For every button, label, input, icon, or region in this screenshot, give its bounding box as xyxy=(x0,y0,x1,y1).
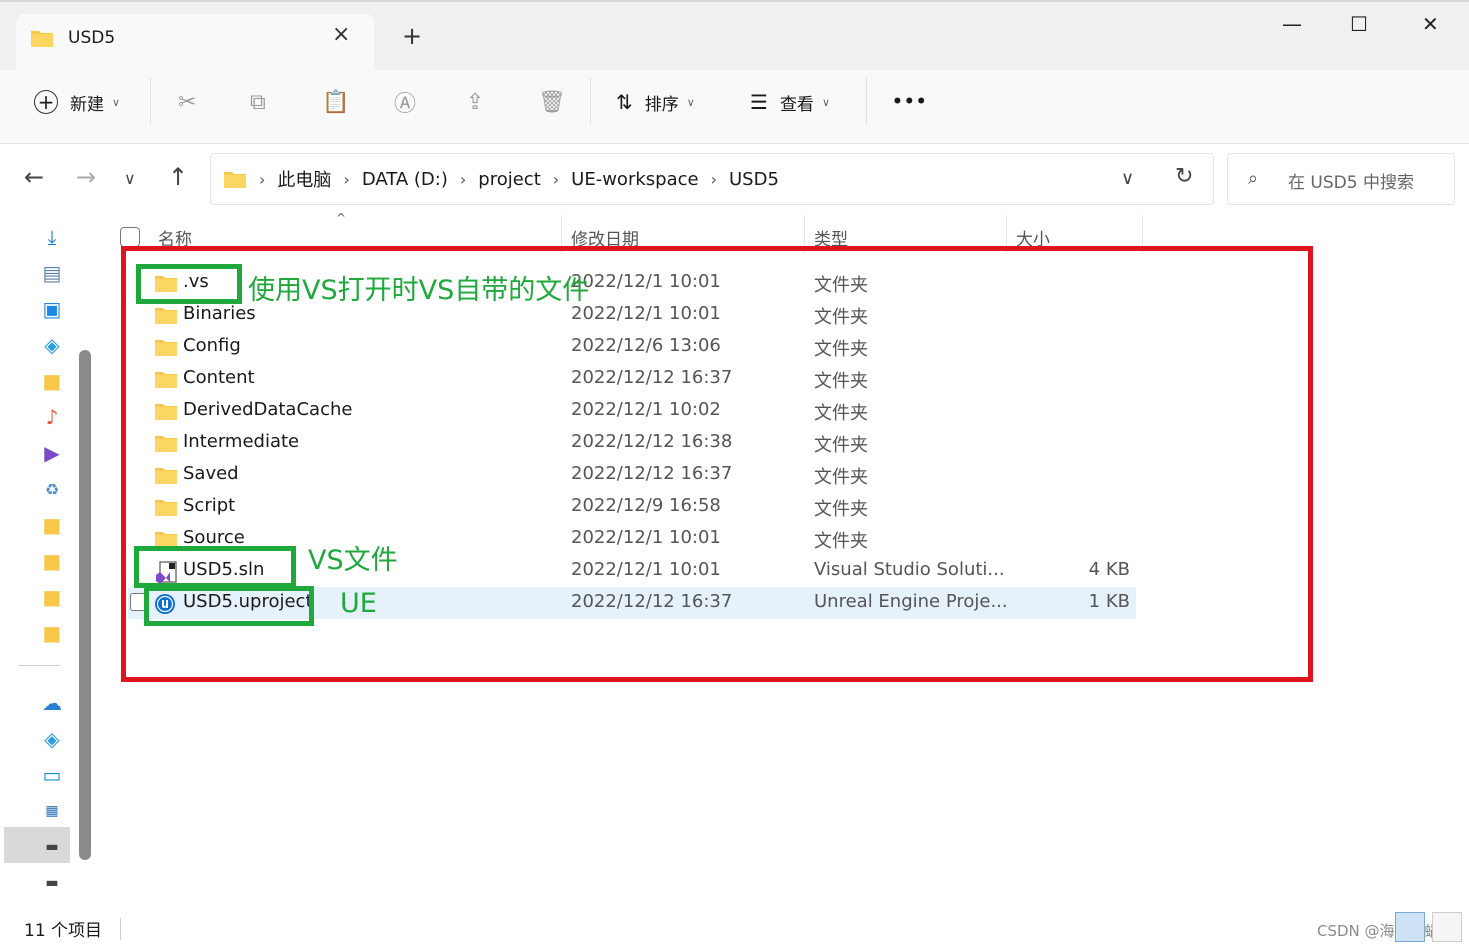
search-placeholder: 在 USD5 中搜索 xyxy=(1288,173,1414,193)
tab-usd5[interactable]: USD5 × xyxy=(16,14,374,72)
address-history-chevron-icon[interactable]: ∨ xyxy=(1121,168,1134,189)
toolbar-divider xyxy=(590,78,591,124)
delete-icon[interactable]: 🗑 xyxy=(538,86,566,118)
maximize-button[interactable]: ☐ xyxy=(1350,12,1368,36)
chevron-down-icon: ∨ xyxy=(686,95,695,109)
search-icon: ⌕ xyxy=(1248,168,1259,189)
navigation-bar: ← → ∨ ↑ › 此电脑 › DATA (D:) › project › UE… xyxy=(0,145,1469,213)
app-shortcut-icon[interactable]: ◈ xyxy=(40,333,64,357)
breadcrumb-item[interactable]: 此电脑 xyxy=(277,166,331,192)
annotation-vs-folder-label: 使用VS打开时VS自带的文件 xyxy=(248,275,590,306)
plus-circle-icon: + xyxy=(34,90,58,114)
copy-icon[interactable]: ⧉ xyxy=(250,86,266,118)
breadcrumb-item[interactable]: project xyxy=(478,169,540,190)
breadcrumb-separator: › xyxy=(343,169,350,189)
breadcrumb-item[interactable]: UE-workspace xyxy=(571,169,698,190)
sort-icon: ⇅ xyxy=(616,90,633,114)
downloads-icon[interactable]: ⤓ xyxy=(40,225,64,249)
item-count: 11 个项目 xyxy=(24,921,103,941)
toolbar-divider xyxy=(866,78,867,124)
details-view-button[interactable] xyxy=(1395,912,1425,942)
cut-icon[interactable]: ✂ xyxy=(178,86,196,118)
title-bar: USD5 × + — ☐ ✕ xyxy=(0,0,1469,72)
documents-icon[interactable]: ▤ xyxy=(40,261,64,285)
this-pc-icon[interactable]: ▭ xyxy=(40,763,64,787)
share-icon[interactable]: ⇪ xyxy=(466,86,484,118)
breadcrumb-item[interactable]: DATA (D:) xyxy=(362,169,448,190)
drive-icon[interactable]: ▬ xyxy=(40,871,64,895)
folder-icon[interactable]: ■ xyxy=(40,621,64,645)
music-icon[interactable]: ♪ xyxy=(40,405,64,429)
sort-ascending-caret-icon: ^ xyxy=(336,211,347,225)
tab-title: USD5 xyxy=(68,28,116,48)
breadcrumb: › 此电脑 › DATA (D:) › project › UE-workspa… xyxy=(223,166,779,192)
command-bar: + 新建 ∨ ✂ ⧉ 📋 Ⓐ ⇪ 🗑 ⇅ 排序 ∨ ☰ 查看 ∨ ••• xyxy=(0,70,1469,144)
onedrive-cloud-icon[interactable]: ☁ xyxy=(40,691,64,715)
address-bar[interactable]: › 此电脑 › DATA (D:) › project › UE-workspa… xyxy=(210,153,1214,205)
up-arrow-icon[interactable]: ↑ xyxy=(168,163,188,191)
new-label: 新建 xyxy=(70,94,104,115)
close-tab-icon[interactable]: × xyxy=(332,22,350,47)
folder-synced-icon[interactable]: ■ xyxy=(40,549,64,573)
breadcrumb-separator: › xyxy=(552,169,560,189)
videos-icon[interactable]: ▶ xyxy=(40,441,64,465)
back-arrow-icon[interactable]: ← xyxy=(24,163,44,191)
view-label: 查看 xyxy=(779,94,814,115)
minimize-button[interactable]: — xyxy=(1282,12,1302,36)
view-button[interactable]: ☰ 查看 ∨ xyxy=(750,86,830,118)
select-all-checkbox[interactable] xyxy=(120,227,140,247)
recycle-bin-icon[interactable]: ♻ xyxy=(40,477,64,501)
new-button[interactable]: + 新建 ∨ xyxy=(34,86,120,118)
tiles-view-button[interactable] xyxy=(1432,912,1462,942)
sort-button[interactable]: ⇅ 排序 ∨ xyxy=(616,86,695,118)
app-shortcut-icon[interactable]: ◈ xyxy=(40,727,64,751)
status-divider xyxy=(120,918,121,940)
annotation-vs-file-label: VS文件 xyxy=(308,545,398,576)
folder-icon[interactable]: ■ xyxy=(40,513,64,537)
windows-drive-icon[interactable]: ▦ xyxy=(40,799,64,823)
folder-icon[interactable]: ■ xyxy=(40,369,64,393)
rename-icon[interactable]: Ⓐ xyxy=(394,86,416,118)
folder-icon xyxy=(224,172,246,188)
pictures-icon[interactable]: ▣ xyxy=(40,297,64,321)
chevron-down-icon: ∨ xyxy=(821,95,830,109)
folder-icon xyxy=(31,31,53,47)
drive-icon[interactable]: ▬ xyxy=(40,835,64,859)
paste-icon[interactable]: 📋 xyxy=(322,86,349,118)
sidebar-divider xyxy=(18,665,60,666)
annotation-green-box-ue-file xyxy=(144,586,314,626)
more-options-button[interactable]: ••• xyxy=(892,86,928,118)
new-tab-button[interactable]: + xyxy=(402,22,422,50)
chevron-down-icon: ∨ xyxy=(112,95,121,109)
breadcrumb-separator: › xyxy=(710,169,717,189)
breadcrumb-separator: › xyxy=(259,169,266,189)
sidebar-scrollbar[interactable] xyxy=(79,350,91,860)
breadcrumb-item[interactable]: USD5 xyxy=(729,169,779,190)
annotation-ue-label: UE xyxy=(340,588,377,619)
sort-label: 排序 xyxy=(644,94,679,115)
refresh-icon[interactable]: ↻ xyxy=(1175,164,1193,189)
recent-locations-chevron-icon[interactable]: ∨ xyxy=(124,169,136,188)
forward-arrow-icon[interactable]: → xyxy=(76,163,96,191)
toolbar-divider xyxy=(150,78,151,124)
breadcrumb-separator: › xyxy=(459,169,467,189)
close-window-button[interactable]: ✕ xyxy=(1422,12,1439,36)
view-list-icon: ☰ xyxy=(750,90,768,114)
annotation-green-box-vs-file xyxy=(134,546,296,588)
navigation-pane: ⤓ ▤ ▣ ◈ ■ ♪ ▶ ♻ ■ ■ ■ ■ ☁ ◈ ▭ ▦ ▬ ▬ xyxy=(0,213,100,913)
search-box[interactable]: ⌕ 在 USD5 中搜索 xyxy=(1227,153,1455,205)
folder-icon[interactable]: ■ xyxy=(40,585,64,609)
annotation-green-box-vs-folder xyxy=(136,264,242,304)
